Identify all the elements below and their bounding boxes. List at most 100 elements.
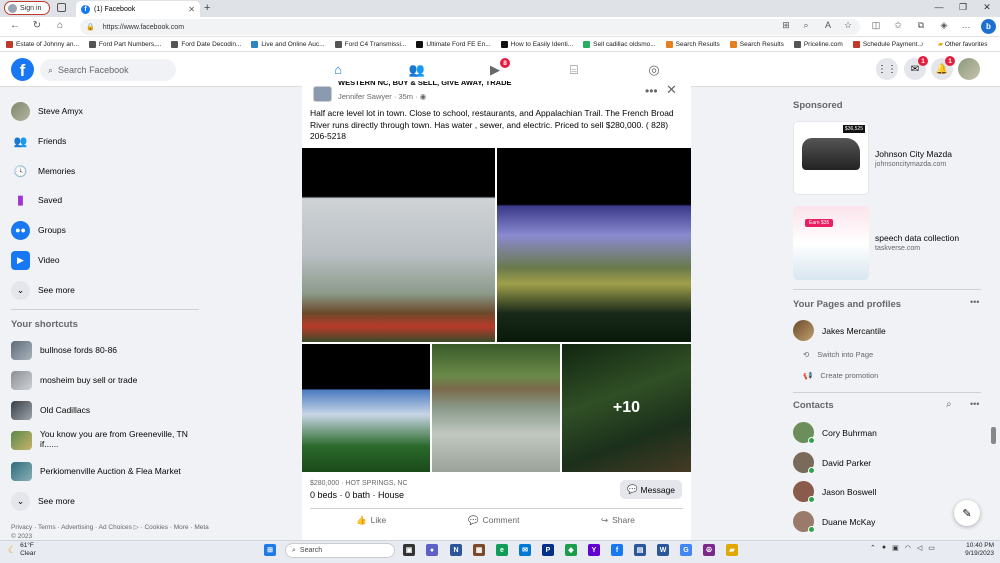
facebook-icon[interactable]: f — [611, 544, 623, 556]
post-photo-valley[interactable] — [302, 344, 430, 472]
app-icon-5[interactable]: W — [657, 544, 669, 556]
footer-links[interactable]: Privacy · Terms · Advertising · Ad Choic… — [11, 523, 211, 539]
friends-nav-icon[interactable]: 👥 — [408, 62, 426, 78]
new-message-button[interactable]: ✎ — [954, 500, 980, 526]
sidebar-item-memories[interactable]: 🕓 Memories — [11, 160, 76, 182]
browser-tab-facebook[interactable]: f (1) Facebook ✕ — [76, 1, 200, 17]
like-button[interactable]: 👍 Like — [356, 512, 386, 528]
sidebar-item-friends[interactable]: 👥 Friends — [11, 130, 67, 152]
window-close-icon[interactable]: ✕ — [980, 2, 994, 13]
sidebar-item-groups[interactable]: ●● Groups — [11, 219, 66, 241]
mail-icon[interactable]: ✉ — [519, 544, 531, 556]
ad-title[interactable]: Johnson City Mazda — [875, 149, 952, 159]
ad-image-taskverse[interactable]: Earn $35 — [793, 206, 869, 280]
contact-item[interactable]: David Parker — [793, 452, 871, 474]
marketplace-nav-icon[interactable]: ⌸ — [565, 62, 583, 78]
tab-actions-icon[interactable] — [57, 3, 66, 12]
sidebar-see-more[interactable]: ⌄ See more — [11, 279, 75, 301]
more-options-icon[interactable]: ••• — [970, 297, 979, 307]
app-icon-4[interactable]: ▤ — [634, 544, 646, 556]
new-tab-button[interactable]: + — [204, 2, 210, 14]
bing-copilot-icon[interactable]: b — [981, 19, 996, 34]
more-options-icon[interactable]: ••• — [645, 84, 658, 98]
task-view-icon[interactable]: ▣ — [403, 544, 415, 556]
app-icon-6[interactable]: G — [680, 544, 692, 556]
refresh-icon[interactable]: ↻ — [30, 20, 44, 31]
split-screen-icon[interactable]: ◫ — [870, 20, 882, 31]
post-photo-heron[interactable] — [432, 344, 560, 472]
ad-image-mazda[interactable]: $36,525 — [793, 121, 869, 195]
sidebar-item-profile[interactable]: Steve Amyx — [11, 100, 83, 122]
contact-item[interactable]: Cory Buhrman — [793, 422, 877, 444]
comment-button[interactable]: 💬 Comment — [468, 512, 519, 528]
app-icon-3[interactable]: ◆ — [565, 544, 577, 556]
sidebar-item-saved[interactable]: ▮ Saved — [11, 189, 62, 211]
bookmark-item[interactable]: Estate of Johnny an... — [6, 40, 79, 48]
create-promotion-link[interactable]: 📢 Create promotion — [803, 371, 878, 380]
weather-widget[interactable]: ☾ 61°F Clear — [8, 542, 36, 558]
search-input[interactable]: ⌕ Search Facebook — [40, 59, 176, 81]
bookmark-item[interactable]: Live and Online Auc... — [251, 40, 325, 48]
search-icon[interactable]: ⌕ — [946, 399, 952, 410]
yahoo-icon[interactable]: Y — [588, 544, 600, 556]
more-options-icon[interactable]: ••• — [970, 399, 979, 409]
group-avatar[interactable] — [313, 86, 332, 102]
minimize-icon[interactable]: — — [932, 2, 946, 12]
sidebar-item-video[interactable]: ▶ Video — [11, 249, 60, 271]
shortcut-item[interactable]: bullnose fords 80-86 — [11, 339, 117, 361]
page-scrollbar[interactable] — [991, 427, 996, 444]
windows-start-icon[interactable]: ⊞ — [264, 544, 276, 556]
taskbar-clock[interactable]: 10:40 PM 9/19/2023 — [948, 542, 994, 558]
chevron-right-icon[interactable]: › — [921, 39, 924, 48]
peace-icon[interactable]: ☮ — [703, 544, 715, 556]
paypal-icon[interactable]: P — [542, 544, 554, 556]
post-photo-mountain[interactable] — [497, 148, 691, 342]
groups-nav-icon[interactable]: ◎ — [645, 62, 663, 78]
shortcut-item[interactable]: Perkiomenville Auction & Flea Market — [11, 460, 181, 482]
post-photo-clouds[interactable] — [302, 148, 495, 342]
zoom-icon[interactable]: ⌕ — [800, 20, 812, 31]
bookmark-item[interactable]: Search Results — [729, 40, 784, 48]
file-explorer-icon[interactable]: ▰ — [726, 544, 738, 556]
bookmark-item[interactable]: Sell cadillac oldsmo... — [583, 40, 656, 48]
bookmark-item[interactable]: Search Results — [665, 40, 720, 48]
back-icon[interactable]: ← — [8, 20, 22, 31]
chat-icon[interactable]: ● — [426, 544, 438, 556]
app-icon-1[interactable]: N — [450, 544, 462, 556]
menu-grid-icon[interactable]: ⋮⋮ — [876, 58, 898, 80]
favorites-icon[interactable]: ✩ — [892, 20, 904, 31]
ad-title[interactable]: speech data collection — [875, 233, 959, 243]
collections-icon[interactable]: ⧉ — [915, 20, 927, 31]
url-field[interactable]: 🔒 https://www.facebook.com — [80, 19, 860, 35]
favorite-star-icon[interactable]: ☆ — [842, 20, 854, 31]
other-favorites-folder[interactable]: ▰ Other favorites — [938, 40, 987, 48]
account-avatar[interactable] — [958, 58, 980, 80]
more-photos-overlay[interactable]: +10 — [562, 344, 691, 472]
close-icon[interactable]: ✕ — [666, 82, 677, 98]
contact-item[interactable]: Jason Boswell — [793, 481, 876, 503]
facebook-logo[interactable]: f — [11, 58, 34, 81]
bookmark-item[interactable]: Ford Part Numbers,... — [88, 40, 161, 48]
close-tab-icon[interactable]: ✕ — [188, 5, 195, 14]
bookmark-item[interactable]: How to Easily Identi... — [500, 40, 573, 48]
shortcuts-see-more[interactable]: ⌄ See more — [11, 490, 75, 512]
share-button[interactable]: ↪ Share — [601, 512, 635, 528]
bookmark-item[interactable]: Ford C4 Transmissi... — [334, 40, 406, 48]
contact-item[interactable]: Duane McKay — [793, 511, 875, 533]
edge-icon[interactable]: e — [496, 544, 508, 556]
switch-page-link[interactable]: ⟲ Switch into Page — [803, 350, 873, 359]
group-title[interactable]: WESTERN NC, BUY & SELL, GIVE AWAY, TRADE — [338, 81, 512, 89]
app-icon-2[interactable]: ▦ — [473, 544, 485, 556]
extensions-icon[interactable]: ◈ — [938, 20, 950, 31]
bookmark-item[interactable]: Schedule Payment... — [852, 40, 923, 48]
taskbar-search[interactable]: ⌕ Search — [285, 543, 395, 558]
more-options-icon[interactable]: … — [960, 20, 972, 30]
message-button[interactable]: 💬 Message — [620, 480, 682, 499]
bookmark-item[interactable]: Ultimate Ford FE En... — [416, 40, 491, 48]
bookmark-item[interactable]: Ford Date Decodin... — [171, 40, 241, 48]
app-available-icon[interactable]: ⊞ — [780, 20, 792, 31]
bookmark-item[interactable]: Priceline.com — [793, 40, 843, 48]
shortcut-item[interactable]: mosheim buy sell or trade — [11, 369, 137, 391]
signin-button[interactable]: Sign in — [4, 1, 50, 15]
maximize-icon[interactable]: ❐ — [956, 2, 970, 13]
